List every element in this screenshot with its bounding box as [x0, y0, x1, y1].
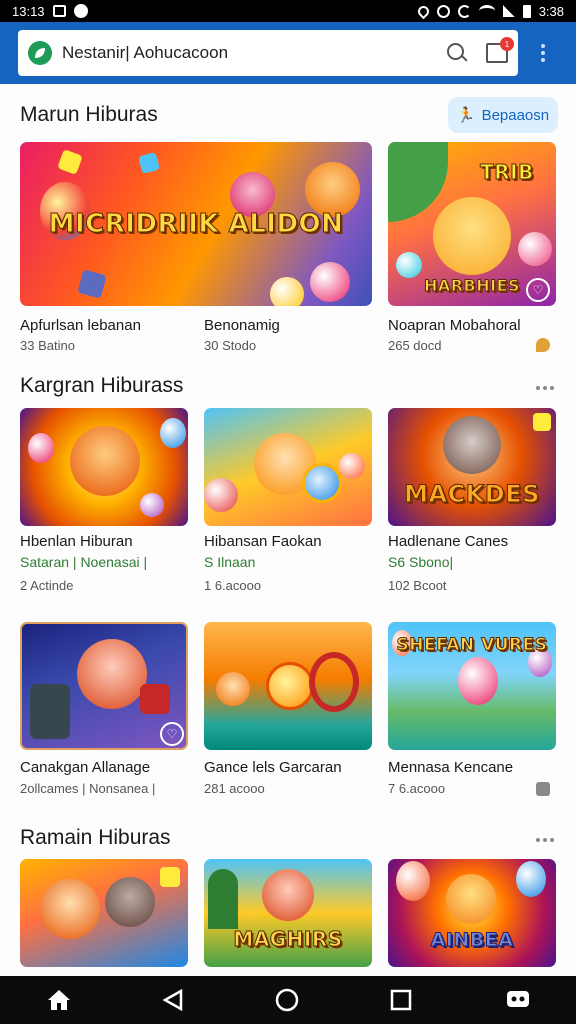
favorite-heart-icon[interactable]: ♡	[526, 278, 550, 302]
section-action-button[interactable]: 🏃 Bepaaosn	[448, 97, 558, 133]
favorite-heart-icon[interactable]: ♡	[160, 722, 184, 746]
leaf-icon	[28, 41, 52, 65]
card-title[interactable]: Hibansan Faokan	[204, 533, 322, 550]
section-more-icon[interactable]	[536, 384, 554, 392]
card-subtitle: 30 Stodo	[204, 338, 257, 353]
game-thumbnail[interactable]	[204, 622, 372, 750]
location-icon	[415, 3, 431, 19]
card-tag: Sataran | Noenasai |	[20, 554, 148, 570]
card-subtitle: 1 6.acooo	[204, 578, 262, 593]
search-input[interactable]: Nestanir| Aohucacoon	[62, 43, 446, 63]
notification-badge: 1	[500, 37, 514, 51]
game-thumbnail[interactable]: ♡	[20, 622, 188, 750]
game-thumbnail[interactable]	[20, 408, 188, 526]
home-icon[interactable]	[46, 988, 72, 1012]
dot-icon	[73, 4, 88, 18]
card-subtitle: 2ollcames | Nonsanea |	[20, 781, 156, 796]
card-tag: S6 Sbono|	[388, 554, 454, 570]
game-art-title: MACKDES	[404, 480, 540, 509]
game-art-title: SHEFAN VURES	[396, 635, 548, 655]
game-art-title: MICRIDRIIK ALIDON	[48, 209, 344, 239]
status-time: 13:13	[12, 3, 45, 19]
game-thumbnail[interactable]: MICRIDRIIK ALIDON	[20, 142, 372, 306]
sync-icon	[457, 4, 471, 18]
recents-icon[interactable]	[388, 988, 414, 1012]
alarm-icon	[436, 4, 450, 18]
section-title-4: Ramain Hiburas	[20, 826, 171, 849]
card-title[interactable]: Hbenlan Hiburan	[20, 533, 133, 550]
card-subtitle: 102 Bcoot	[388, 578, 447, 593]
card-title[interactable]: Gance lels Garcaran	[204, 759, 342, 776]
game-art-title: MAGHIRS	[233, 927, 343, 952]
section-more-icon[interactable]	[536, 836, 554, 844]
card-title[interactable]: Hadlenane Canes	[388, 533, 508, 550]
card-subtitle: 2 Actinde	[20, 578, 74, 593]
card-tag: S Ilnaan	[204, 554, 256, 570]
card-subtitle: 281 acooo	[204, 781, 265, 796]
card-title[interactable]: Benonamig	[204, 317, 280, 334]
card-title[interactable]: Canakgan Allanage	[20, 759, 150, 776]
installed-icon	[536, 782, 550, 796]
back-icon[interactable]	[160, 988, 186, 1012]
section-title-2: Kargran Hiburass	[20, 374, 184, 397]
section-title-1: Marun Hiburas	[20, 103, 158, 126]
search-icon[interactable]	[446, 42, 468, 64]
game-thumbnail[interactable]: AINBEA	[388, 859, 556, 967]
card-title[interactable]: Apfurlsan lebanan	[20, 317, 141, 334]
game-thumbnail[interactable]	[204, 408, 372, 526]
card-subtitle: 265 docd	[388, 338, 442, 353]
wifi-icon	[478, 5, 495, 17]
search-bar[interactable]: Nestanir| Aohucacoon 1	[18, 30, 518, 76]
sim-box-icon	[52, 5, 66, 17]
card-title[interactable]: Mennasa Kencane	[388, 759, 513, 776]
card-title[interactable]: Noapran Mobahoral	[388, 317, 521, 334]
gamepad-icon[interactable]	[505, 988, 531, 1012]
game-thumbnail[interactable]	[20, 859, 188, 967]
card-subtitle: 33 Batino	[20, 338, 75, 353]
status-bar: 13:13 3:38	[0, 0, 576, 22]
card-subtitle: 7 6.acooo	[388, 781, 446, 796]
battery-icon	[522, 4, 531, 18]
game-thumbnail[interactable]: MAGHIRS	[204, 859, 372, 967]
overflow-menu-icon[interactable]	[540, 44, 546, 62]
game-thumbnail[interactable]: SHEFAN VURES	[388, 622, 556, 750]
signal-icon	[502, 5, 515, 17]
game-art-title: AINBEA	[430, 929, 514, 952]
run-icon: 🏃	[456, 107, 476, 124]
notification-icon[interactable]: 1	[486, 37, 514, 63]
game-thumbnail[interactable]: MACKDES	[388, 408, 556, 526]
section-action-label: Bepaaosn	[481, 106, 550, 124]
bird-icon	[536, 338, 550, 352]
system-nav-bar	[0, 976, 576, 1024]
game-thumbnail[interactable]: TRIB HARBHIES ♡	[388, 142, 556, 306]
home-circle-icon[interactable]	[274, 988, 300, 1012]
status-clock-right: 3:38	[538, 3, 564, 19]
app-header: Nestanir| Aohucacoon 1	[0, 22, 576, 84]
